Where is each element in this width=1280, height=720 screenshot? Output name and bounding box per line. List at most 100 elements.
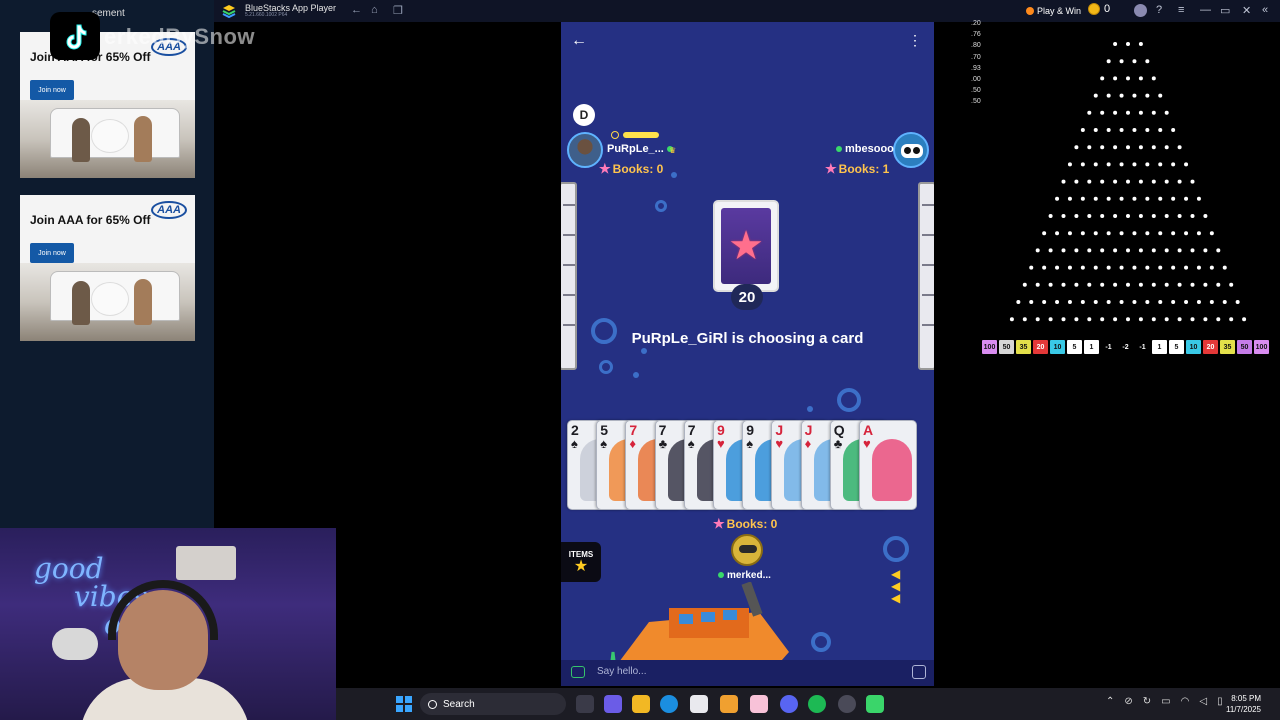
plinko-peg <box>1119 300 1124 304</box>
plinko-peg <box>1132 231 1137 236</box>
back-arrow-icon[interactable]: ← <box>571 32 587 50</box>
chat-bar[interactable]: Say hello... <box>561 660 934 686</box>
teams-icon[interactable] <box>604 695 622 713</box>
bluestacks-taskbar-icon[interactable] <box>866 695 884 713</box>
taskbar-search[interactable]: Search <box>420 693 566 715</box>
taskbar-clock[interactable]: 8:05 PM 11/7/2025 <box>1226 693 1261 715</box>
plinko-peg <box>1113 110 1118 115</box>
plinko-peg <box>1048 317 1053 322</box>
player1-books: ★ Books: 0 <box>599 161 664 176</box>
maximize-icon[interactable]: ▭ <box>1220 4 1230 17</box>
minimize-icon[interactable]: — <box>1200 4 1211 16</box>
plinko-peg <box>1106 128 1111 132</box>
chat-input[interactable]: Say hello... <box>597 666 646 677</box>
player2-avatar[interactable] <box>893 132 929 168</box>
sidebar-toggle-icon[interactable]: « <box>1262 4 1268 16</box>
draw-deck[interactable]: ★ <box>713 200 779 292</box>
discord-icon[interactable] <box>780 695 798 713</box>
wifi-icon[interactable]: ◠ <box>1181 696 1190 707</box>
sticker-icon[interactable] <box>912 665 926 679</box>
plinko-slot: 10 <box>1186 340 1201 354</box>
plinko-peg <box>1138 214 1143 218</box>
close-icon[interactable]: ✕ <box>1242 4 1251 17</box>
plinko-peg <box>1177 179 1182 184</box>
card-rank: A <box>863 422 874 438</box>
plinko-peg <box>1009 317 1014 322</box>
player2-books: ★ Books: 1 <box>825 161 890 176</box>
plinko-peg <box>1164 317 1169 322</box>
plinko-peg <box>1203 317 1208 322</box>
plinko-peg <box>1158 93 1163 98</box>
display-icon[interactable]: ▭ <box>1161 696 1170 707</box>
plinko-peg <box>1106 265 1111 270</box>
plinko-peg <box>1067 162 1072 167</box>
plinko-peg <box>1138 42 1143 46</box>
hand-card[interactable]: A ♥ <box>859 420 917 510</box>
plinko-peg <box>1132 300 1137 304</box>
player1-name: PuRpLe_... <box>607 143 676 155</box>
star-icon: ★ <box>713 516 725 531</box>
my-avatar[interactable] <box>731 534 763 566</box>
plinko-peg <box>1158 196 1163 201</box>
plinko-peg <box>1138 248 1143 253</box>
plinko-peg <box>1119 93 1124 98</box>
home-icon[interactable]: ⌂ <box>371 4 378 16</box>
copilot-icon[interactable] <box>720 695 738 713</box>
back-arrow-icon[interactable]: ← <box>351 4 362 16</box>
chevron-up-icon[interactable]: ⌃ <box>1106 696 1114 707</box>
card-suit-icon: ♦ <box>804 436 812 451</box>
account-avatar-icon[interactable] <box>1134 4 1147 17</box>
card-rank: 7 <box>658 422 667 438</box>
obs-icon[interactable] <box>838 695 856 713</box>
plinko-peg <box>1177 317 1182 322</box>
card-rank: 7 <box>629 422 638 438</box>
sync-icon[interactable]: ↻ <box>1143 696 1151 707</box>
bluestacks-logo-icon <box>222 5 236 18</box>
plinko-peg <box>1184 300 1189 304</box>
plinko-peg <box>1100 110 1105 115</box>
plinko-peg <box>1106 300 1111 304</box>
plinko-peg <box>1242 317 1247 322</box>
network-off-icon[interactable]: ⊘ <box>1124 696 1132 707</box>
plinko-peg <box>1100 76 1105 81</box>
volume-icon[interactable]: ◁ <box>1199 696 1207 707</box>
menu-icon[interactable]: ≡ <box>1178 4 1184 16</box>
ad-card[interactable]: Join AAA for 65% Off AAA Join now <box>20 195 195 341</box>
plinko-peg <box>1190 248 1195 253</box>
plinko-peg <box>1158 265 1163 270</box>
plinko-peg <box>1119 128 1124 132</box>
plinko-peg <box>1067 265 1072 270</box>
items-button[interactable]: ITEMS ★ <box>561 542 601 582</box>
play-win-button[interactable]: Play & Win <box>1026 3 1081 19</box>
spotify-icon[interactable] <box>808 695 826 713</box>
help-icon[interactable]: ? <box>1156 4 1162 16</box>
join-now-button[interactable]: Join now <box>30 243 74 263</box>
recent-apps-icon[interactable]: ❐ <box>393 4 403 17</box>
ad-card[interactable]: Join AAA for 65% Off AAA Join now <box>20 32 195 178</box>
plinko-peg <box>1022 317 1027 322</box>
windows-start-icon[interactable] <box>396 696 412 712</box>
card-rank: J <box>775 422 784 438</box>
ad-image <box>20 100 195 178</box>
more-options-icon[interactable]: ⋮ <box>908 32 922 49</box>
plinko-peg <box>1087 317 1092 322</box>
app-icon[interactable] <box>750 695 768 713</box>
webcam-feed: good vibes on <box>0 528 336 720</box>
task-view-icon[interactable] <box>576 695 594 713</box>
coin-balance[interactable]: 0 <box>1088 3 1110 15</box>
edge-browser-icon[interactable] <box>660 695 678 713</box>
plinko-peg <box>1151 179 1156 184</box>
join-now-button[interactable]: Join now <box>30 80 74 100</box>
plinko-peg <box>1042 265 1047 270</box>
plinko-peg <box>1093 265 1098 270</box>
microsoft-store-icon[interactable] <box>690 695 708 713</box>
file-explorer-icon[interactable] <box>632 695 650 713</box>
battery-icon[interactable]: ▯ <box>1217 696 1223 707</box>
plinko-peg <box>1074 282 1079 287</box>
tiktok-icon <box>50 12 100 60</box>
plinko-peg <box>1145 93 1150 98</box>
player1-avatar[interactable] <box>567 132 603 168</box>
plinko-peg <box>1132 128 1137 132</box>
plinko-peg <box>1042 231 1047 236</box>
ad-title: Join AAA for 65% Off <box>30 213 151 227</box>
